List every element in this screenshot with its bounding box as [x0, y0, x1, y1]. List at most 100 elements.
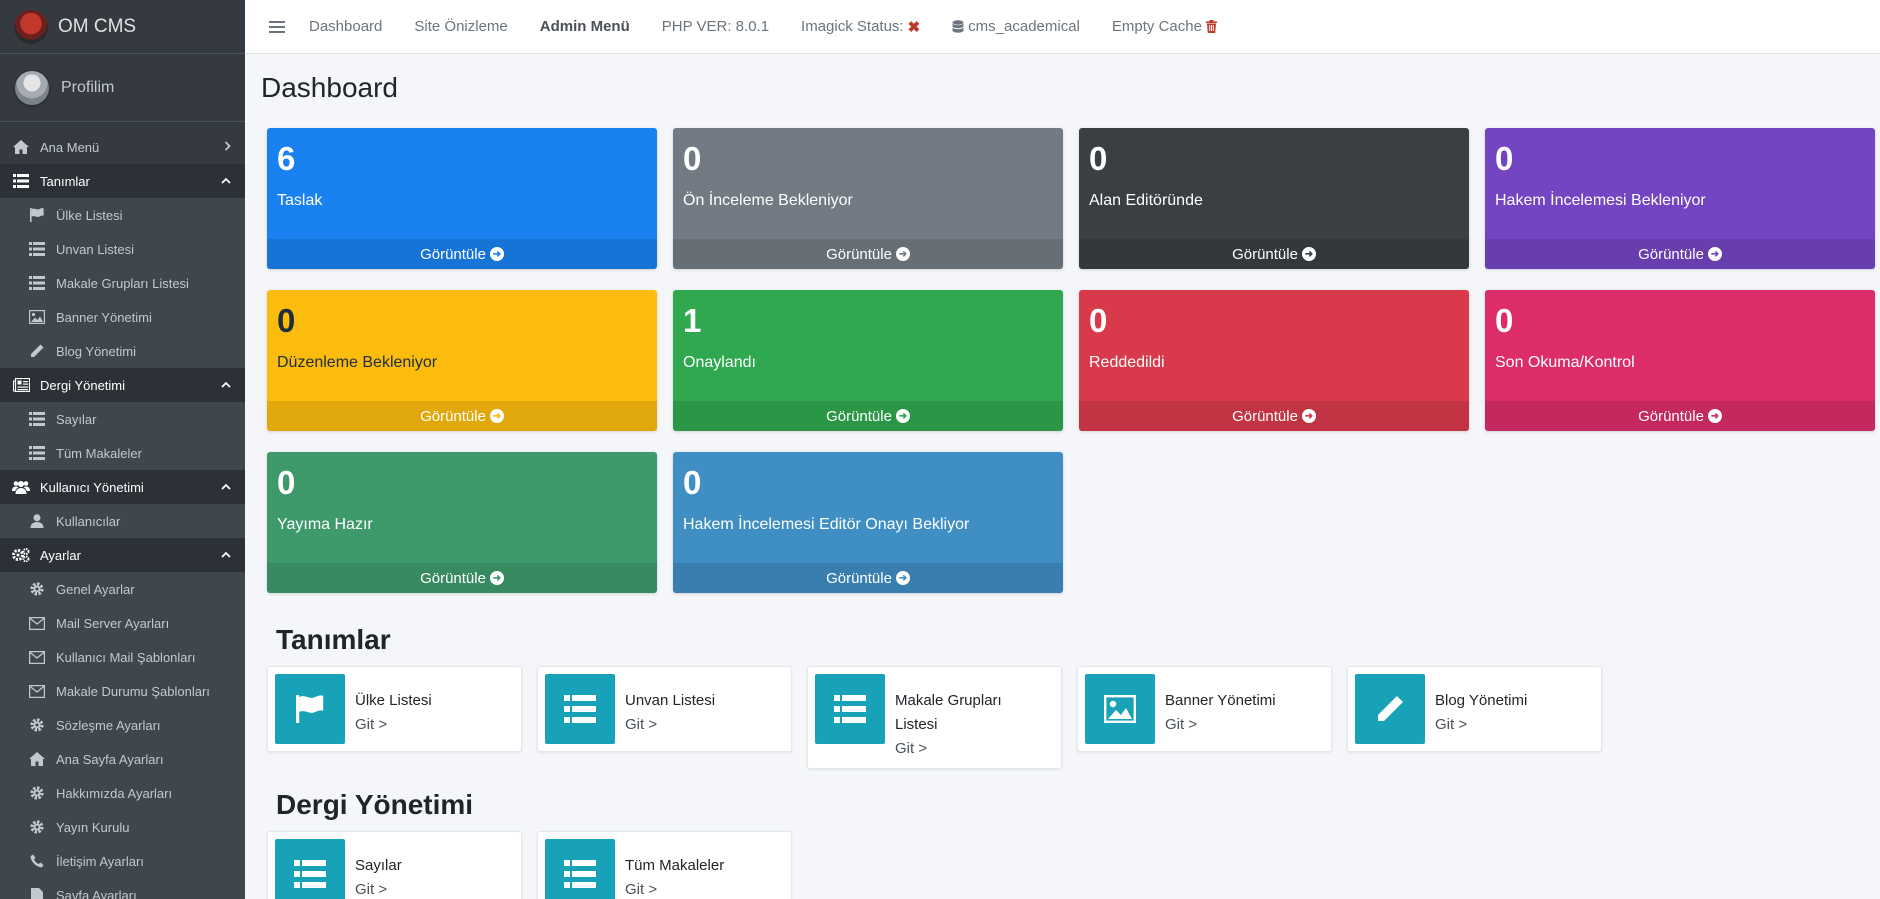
- sidebar-item-18[interactable]: Ana Sayfa Ayarları: [0, 742, 245, 776]
- stat-label: Alan Editöründe: [1089, 192, 1203, 209]
- sidebar-item-label: Genel Ayarlar: [56, 581, 135, 597]
- shortcut-card[interactable]: Ülke Listesi Git >: [267, 666, 522, 752]
- list-icon: [12, 173, 30, 189]
- stat-view-link[interactable]: Görüntüle ➜: [673, 401, 1063, 431]
- database-label: cms_academical: [968, 18, 1080, 35]
- sidebar-item-label: Ana Menü: [40, 139, 100, 155]
- shortcut-card[interactable]: Blog Yönetimi Git >: [1347, 666, 1602, 752]
- list-icon: [28, 411, 46, 427]
- sidebar-item-11[interactable]: Kullanıcılar: [0, 504, 245, 538]
- sidebar-item-label: Blog Yönetimi: [56, 343, 136, 359]
- card-go-link[interactable]: Git >: [355, 713, 432, 737]
- nav-admin-menu-link[interactable]: Admin Menü: [540, 18, 630, 35]
- sidebar-item-label: Tüm Makaleler: [56, 445, 142, 461]
- sidebar-item-4[interactable]: Makale Grupları Listesi: [0, 266, 245, 300]
- empty-cache-link[interactable]: Empty Cache: [1112, 18, 1217, 35]
- shortcut-card[interactable]: Banner Yönetimi Git >: [1077, 666, 1332, 752]
- sidebar-item-8[interactable]: Sayılar: [0, 402, 245, 436]
- list-icon: [545, 674, 615, 744]
- newspaper-icon: [12, 377, 30, 393]
- user-panel[interactable]: Profilim: [0, 54, 245, 122]
- nav-preview-link[interactable]: Site Önizleme: [414, 18, 507, 35]
- sidebar-item-label: Ana Sayfa Ayarları: [56, 751, 164, 767]
- brand-logo: [14, 9, 48, 44]
- sidebar-item-13[interactable]: Genel Ayarlar: [0, 572, 245, 606]
- shortcut-card[interactable]: Makale Grupları Listesi Git >: [807, 666, 1062, 769]
- pencil-icon: [1355, 674, 1425, 744]
- sidebar-item-15[interactable]: Kullanıcı Mail Şablonları: [0, 640, 245, 674]
- stat-view-label: Görüntüle: [1232, 245, 1298, 263]
- php-version: PHP VER: 8.0.1: [661, 18, 770, 35]
- sidebar-item-3[interactable]: Unvan Listesi: [0, 232, 245, 266]
- stat-view-link[interactable]: Görüntüle ➜: [1485, 401, 1875, 431]
- sidebar-item-7[interactable]: Dergi Yönetimi: [0, 368, 245, 402]
- sidebar-item-17[interactable]: Sözleşme Ayarları: [0, 708, 245, 742]
- empty-cache-label: Empty Cache: [1111, 18, 1202, 35]
- stat-box: 0 Hakem İncelemesi Editör Onayı Bekliyor G…: [673, 452, 1063, 593]
- card-go-link[interactable]: Git >: [1435, 713, 1527, 737]
- shortcut-card[interactable]: Tüm Makaleler Git >: [537, 831, 792, 899]
- sidebar-item-label: Makale Durumu Şablonları: [56, 683, 210, 699]
- card-go-link[interactable]: Git >: [355, 878, 402, 899]
- stat-view-link[interactable]: Görüntüle ➜: [267, 401, 657, 431]
- card-title: Makale Grupları Listesi: [895, 692, 1002, 733]
- sidebar-nav: Ana Menü Tanımlar Ülke Listesi Unvan Listes…: [0, 130, 245, 899]
- sidebar-item-label: Kullanıcı Mail Şablonları: [56, 649, 196, 665]
- card-go-link[interactable]: Git >: [895, 737, 1045, 761]
- sidebar-item-6[interactable]: Blog Yönetimi: [0, 334, 245, 368]
- card-go-link[interactable]: Git >: [625, 713, 715, 737]
- stat-label: Hakem İncelemesi Editör Onayı Bekliyor: [683, 516, 970, 533]
- sidebar-item-12[interactable]: Ayarlar: [0, 538, 245, 572]
- list-icon: [275, 839, 345, 899]
- nav-dashboard-link[interactable]: Dashboard: [309, 18, 382, 35]
- stat-view-label: Görüntüle: [826, 407, 892, 425]
- sidebar-item-22[interactable]: Sayfa Ayarları: [0, 878, 245, 899]
- sidebar-item-21[interactable]: İletişim Ayarları: [0, 844, 245, 878]
- card-go-link[interactable]: Git >: [625, 878, 724, 899]
- stat-label: Onaylandı: [683, 354, 756, 371]
- sidebar-item-14[interactable]: Mail Server Ayarları: [0, 606, 245, 640]
- stat-view-link[interactable]: Görüntüle ➜: [267, 239, 657, 269]
- chevron-up-icon: [221, 549, 231, 561]
- stat-view-label: Görüntüle: [420, 407, 486, 425]
- arrow-circle-right-icon: ➜: [895, 409, 910, 423]
- sidebar-item-1[interactable]: Tanımlar: [0, 164, 245, 198]
- chevron-right-icon: [224, 140, 231, 154]
- menu-toggle-icon[interactable]: [269, 20, 285, 33]
- sidebar-item-9[interactable]: Tüm Makaleler: [0, 436, 245, 470]
- sidebar-item-19[interactable]: Hakkımızda Ayarları: [0, 776, 245, 810]
- arrow-circle-right-icon: ➜: [1707, 409, 1722, 423]
- sidebar-item-0[interactable]: Ana Menü: [0, 130, 245, 164]
- sidebar-item-5[interactable]: Banner Yönetimi: [0, 300, 245, 334]
- main-content: Dashboard 6 Taslak Görüntüle ➜ 0 Ön İnceleme …: [245, 54, 1880, 899]
- shortcut-card[interactable]: Unvan Listesi Git >: [537, 666, 792, 752]
- gear-icon: [28, 819, 46, 835]
- stat-view-link[interactable]: Görüntüle ➜: [1485, 239, 1875, 269]
- stat-view-label: Görüntüle: [826, 245, 892, 263]
- chevron-up-icon: [221, 379, 231, 391]
- stat-view-link[interactable]: Görüntüle ➜: [1079, 401, 1469, 431]
- sidebar-item-label: Ayarlar: [40, 547, 81, 563]
- gear-icon: [28, 717, 46, 733]
- sidebar-item-16[interactable]: Makale Durumu Şablonları: [0, 674, 245, 708]
- image-icon: [1085, 674, 1155, 744]
- card-go-link[interactable]: Git >: [1165, 713, 1276, 737]
- shortcut-card[interactable]: Sayılar Git >: [267, 831, 522, 899]
- stat-value: 0: [277, 464, 296, 501]
- sidebar-item-20[interactable]: Yayın Kurulu: [0, 810, 245, 844]
- sidebar-item-10[interactable]: Kullanıcı Yönetimi: [0, 470, 245, 504]
- stat-view-link[interactable]: Görüntüle ➜: [673, 239, 1063, 269]
- stat-value: 0: [1089, 302, 1108, 339]
- brand-link[interactable]: OM CMS: [0, 0, 245, 54]
- gear-icon: [28, 785, 46, 801]
- card-title: Ülke Listesi: [355, 692, 432, 709]
- stat-view-link[interactable]: Görüntüle ➜: [1079, 239, 1469, 269]
- stat-view-link[interactable]: Görüntüle ➜: [267, 563, 657, 593]
- stat-value: 0: [1495, 302, 1514, 339]
- arrow-circle-right-icon: ➜: [895, 247, 910, 261]
- user-name: Profilim: [61, 78, 115, 96]
- sidebar-item-label: Yayın Kurulu: [56, 819, 130, 835]
- pencil-icon: [28, 343, 46, 359]
- stat-view-link[interactable]: Görüntüle ➜: [673, 563, 1063, 593]
- sidebar-item-2[interactable]: Ülke Listesi: [0, 198, 245, 232]
